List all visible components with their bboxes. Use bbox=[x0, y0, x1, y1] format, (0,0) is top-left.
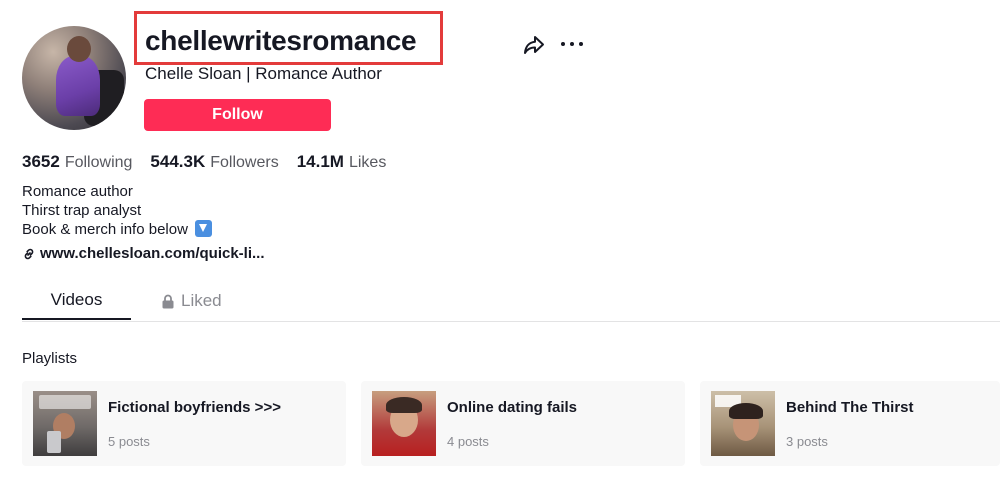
stat-followers[interactable]: 544.3K Followers bbox=[150, 152, 278, 172]
profile-tabs: Videos Liked bbox=[22, 282, 1000, 322]
bio-line: Thirst trap analyst bbox=[22, 202, 142, 219]
playlist-post-count: 4 posts bbox=[447, 434, 489, 449]
tab-liked[interactable]: Liked bbox=[161, 282, 222, 320]
stat-likes: 14.1M Likes bbox=[297, 152, 387, 172]
avatar-head bbox=[67, 36, 91, 62]
tab-label: Liked bbox=[181, 291, 222, 310]
stat-following[interactable]: 3652 Following bbox=[22, 152, 132, 172]
tab-videos[interactable]: Videos bbox=[22, 282, 131, 320]
playlist-card[interactable]: Behind The Thirst 3 posts bbox=[700, 381, 1000, 466]
profile-avatar[interactable] bbox=[22, 26, 126, 130]
thumbnail-caption-overlay bbox=[39, 395, 91, 409]
profile-nickname: Chelle Sloan | Romance Author bbox=[145, 64, 382, 83]
bio-line: Book & merch info below bbox=[22, 221, 188, 238]
avatar-figure bbox=[56, 56, 100, 116]
more-options-icon[interactable] bbox=[561, 34, 583, 54]
playlist-thumbnail bbox=[711, 391, 775, 456]
stat-value: 14.1M bbox=[296, 152, 344, 171]
stat-label: Followers bbox=[210, 154, 279, 171]
share-icon[interactable] bbox=[523, 35, 545, 55]
bio-line-with-emoji: Book & merch info below bbox=[22, 220, 213, 239]
playlist-thumbnail bbox=[372, 391, 436, 456]
stat-value: 544.3K bbox=[150, 152, 206, 171]
playlist-post-count: 3 posts bbox=[786, 434, 828, 449]
more-dot bbox=[579, 42, 583, 46]
bio-line: Romance author bbox=[22, 183, 133, 200]
playlists-heading: Playlists bbox=[22, 350, 78, 367]
tab-label: Videos bbox=[50, 290, 103, 309]
more-dot bbox=[561, 42, 565, 46]
thumbnail-hair bbox=[729, 403, 763, 419]
playlist-title: Online dating fails bbox=[447, 399, 578, 416]
stat-label: Likes bbox=[348, 154, 387, 171]
link-icon bbox=[24, 248, 34, 259]
thumbnail-hair bbox=[386, 397, 422, 413]
profile-bio: Romance author Thirst trap analyst Book … bbox=[22, 182, 213, 239]
profile-username: chellewritesromance bbox=[145, 25, 417, 56]
more-dot bbox=[570, 42, 574, 46]
down-arrow-emoji-icon bbox=[195, 220, 213, 237]
profile-stats: 3652 Following 544.3K Followers 14.1M Likes bbox=[22, 152, 386, 172]
link-text: www.chellesloan.com/quick-li... bbox=[40, 245, 265, 262]
stat-value: 3652 bbox=[22, 152, 60, 171]
profile-link[interactable]: www.chellesloan.com/quick-li... bbox=[22, 245, 265, 262]
playlist-title: Fictional boyfriends >>> bbox=[108, 399, 281, 416]
playlist-card[interactable]: Fictional boyfriends >>> 5 posts bbox=[22, 381, 346, 466]
playlist-post-count: 5 posts bbox=[108, 434, 150, 449]
lock-icon bbox=[162, 294, 174, 308]
playlist-card[interactable]: Online dating fails 4 posts bbox=[361, 381, 685, 466]
follow-button[interactable]: Follow bbox=[144, 99, 331, 131]
playlist-title: Behind The Thirst bbox=[786, 399, 914, 416]
playlist-thumbnail bbox=[33, 391, 97, 456]
thumbnail-cup bbox=[47, 431, 61, 453]
stat-label: Following bbox=[64, 154, 133, 171]
